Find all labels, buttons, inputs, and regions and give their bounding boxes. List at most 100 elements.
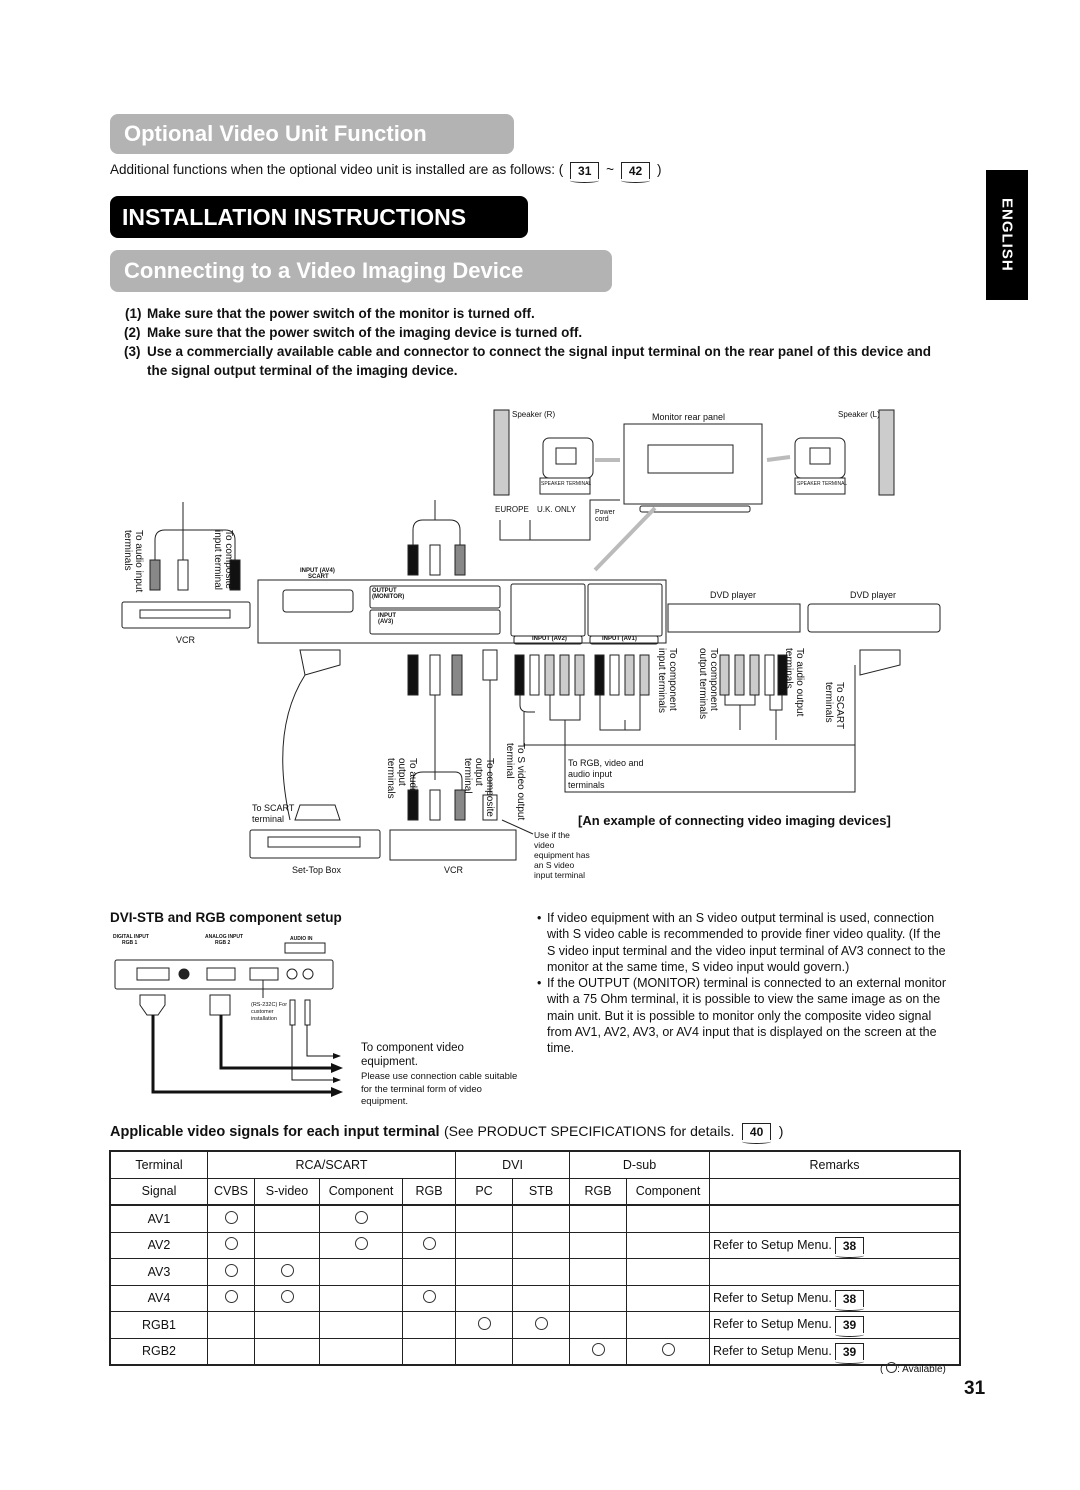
instruction-steps: (1) Make sure that the power switch of th… bbox=[110, 304, 940, 380]
set-top-box-label: Set-Top Box bbox=[292, 865, 342, 875]
vga-port bbox=[206, 967, 236, 981]
signal-cell bbox=[569, 1337, 627, 1366]
signal-cell bbox=[455, 1311, 513, 1339]
vcr-bottom-icon bbox=[389, 829, 517, 861]
signal-cell bbox=[319, 1204, 403, 1233]
signal-cell bbox=[254, 1337, 320, 1366]
table-row: RGB1 Refer to Setup Menu. 39 bbox=[109, 1311, 961, 1339]
to-component-label: To component video equipment. bbox=[361, 1042, 464, 1068]
signal-cell bbox=[626, 1258, 710, 1286]
page-ref-31[interactable]: 31 bbox=[570, 162, 600, 183]
input-av2-label: INPUT (AV2) bbox=[532, 636, 567, 642]
rear-connector-panel bbox=[114, 959, 334, 990]
output-monitor-label: OUTPUT (MONITOR) bbox=[372, 588, 405, 600]
section-title: Optional Video Unit Function bbox=[124, 121, 427, 146]
signal-cell bbox=[319, 1311, 403, 1339]
signal-cell bbox=[455, 1284, 513, 1312]
speaker-l-label: Speaker (L) bbox=[838, 410, 880, 419]
diagram-caption: [An example of connecting video imaging … bbox=[578, 813, 891, 828]
signal-cell bbox=[402, 1231, 456, 1259]
dvd-player-1-label: DVD player bbox=[710, 590, 757, 600]
signal-cell bbox=[626, 1337, 710, 1366]
page-ref[interactable]: 38 bbox=[834, 1289, 865, 1311]
available-circle-icon bbox=[422, 1290, 436, 1304]
page-ref[interactable]: 39 bbox=[834, 1316, 865, 1338]
terminal-name: AV4 bbox=[109, 1284, 208, 1312]
remark-cell: Refer to Setup Menu. 38 bbox=[709, 1284, 961, 1312]
page-number: 31 bbox=[964, 1378, 986, 1399]
to-rgb-label: To RGB, video and audio input terminals bbox=[568, 758, 644, 790]
signal-cell bbox=[512, 1204, 570, 1233]
rs232c-port bbox=[249, 967, 279, 981]
to-composite-input-label: To composite input terminal bbox=[212, 530, 234, 591]
cable-note: Please use connection cable suitable for… bbox=[361, 1071, 518, 1107]
uk-only-label: U.K. ONLY bbox=[537, 505, 576, 514]
europe-label: EUROPE bbox=[495, 505, 529, 514]
dvi-setup-diagram: DIGITAL INPUT RGB 1 ANALOG INPUT RGB 2 A… bbox=[105, 930, 525, 1115]
terminal-name: RGB1 bbox=[109, 1311, 208, 1339]
scart-label: SCART bbox=[308, 574, 329, 580]
page-ref[interactable]: 39 bbox=[834, 1342, 865, 1364]
audio-in-label: AUDIO IN bbox=[290, 936, 313, 942]
signal-cell bbox=[512, 1258, 570, 1286]
available-circle-icon bbox=[422, 1237, 436, 1251]
monitor-rear-icon bbox=[623, 423, 763, 505]
terminal-name: AV2 bbox=[109, 1231, 208, 1259]
remark-cell: Refer to Setup Menu. 38 bbox=[709, 1231, 961, 1259]
terminal-name: AV1 bbox=[109, 1204, 208, 1233]
speaker-terminal-label: SPEAKER TERMINAL bbox=[797, 481, 848, 487]
signal-cell bbox=[254, 1258, 320, 1286]
legend: ( : Available) bbox=[880, 1362, 946, 1375]
speaker-l-icon bbox=[878, 409, 895, 496]
signal-cell bbox=[207, 1284, 255, 1312]
remark-cell bbox=[709, 1258, 961, 1286]
signal-cell bbox=[319, 1231, 403, 1259]
diagram-drawing bbox=[121, 409, 941, 861]
available-circle-icon bbox=[280, 1290, 294, 1304]
signal-table: Terminal RCA/SCART DVI D-sub Remarks Sig… bbox=[109, 1150, 961, 1366]
vcr-bottom-label: VCR bbox=[444, 865, 464, 875]
available-circle-icon bbox=[886, 1362, 898, 1373]
signal-cell bbox=[455, 1337, 513, 1366]
signal-cell bbox=[455, 1231, 513, 1259]
language-tab: ENGLISH bbox=[986, 170, 1028, 300]
step-item: (1) Make sure that the power switch of th… bbox=[125, 306, 535, 321]
signal-cell bbox=[254, 1231, 320, 1259]
available-circle-icon bbox=[224, 1290, 238, 1304]
table-heading: Applicable video signals for each input … bbox=[110, 1123, 784, 1145]
signal-cell bbox=[254, 1204, 320, 1233]
terminal-name: RGB2 bbox=[109, 1337, 208, 1366]
remark-cell: Refer to Setup Menu. 39 bbox=[709, 1311, 961, 1339]
dvi-port bbox=[136, 967, 170, 981]
page-ref[interactable]: 38 bbox=[834, 1236, 865, 1258]
signal-cell bbox=[319, 1258, 403, 1286]
remark-cell bbox=[709, 1204, 961, 1233]
available-circle-icon bbox=[591, 1343, 605, 1357]
to-audio-input-label: To audio input terminals bbox=[122, 530, 144, 593]
to-composite-output-label: To composite output terminal bbox=[462, 758, 495, 817]
available-circle-icon bbox=[477, 1316, 491, 1330]
speaker-terminal-label: SPEAKER TERMINAL bbox=[541, 481, 592, 487]
dvd-player-2-label: DVD player bbox=[850, 590, 897, 600]
signal-cell bbox=[207, 1258, 255, 1286]
signal-cell bbox=[569, 1284, 627, 1312]
to-component-output-label: To component output terminals bbox=[697, 648, 719, 720]
signal-cell bbox=[207, 1204, 255, 1233]
intro-line: Additional functions when the optional v… bbox=[110, 162, 662, 183]
signal-cell bbox=[626, 1284, 710, 1312]
page-ref-42[interactable]: 42 bbox=[620, 162, 651, 183]
signal-cell bbox=[569, 1258, 627, 1286]
table-row: AV1 bbox=[109, 1204, 961, 1233]
to-component-input-label: To component input terminals bbox=[656, 648, 678, 714]
step-item: (3) Use a commercially available cable an… bbox=[124, 344, 931, 378]
section-title: Connecting to a Video Imaging Device bbox=[124, 258, 524, 283]
signal-cell bbox=[626, 1231, 710, 1259]
available-circle-icon bbox=[354, 1210, 368, 1224]
table-row: AV3 bbox=[109, 1258, 961, 1286]
page-ref-40[interactable]: 40 bbox=[741, 1123, 772, 1145]
signal-cell bbox=[207, 1231, 255, 1259]
rgb1-label: RGB 1 bbox=[122, 940, 138, 946]
table-row: AV4 Refer to Setup Menu. 38 bbox=[109, 1284, 961, 1312]
section-header-installation: INSTALLATION INSTRUCTIONS bbox=[110, 196, 528, 238]
signal-cell bbox=[512, 1337, 570, 1366]
